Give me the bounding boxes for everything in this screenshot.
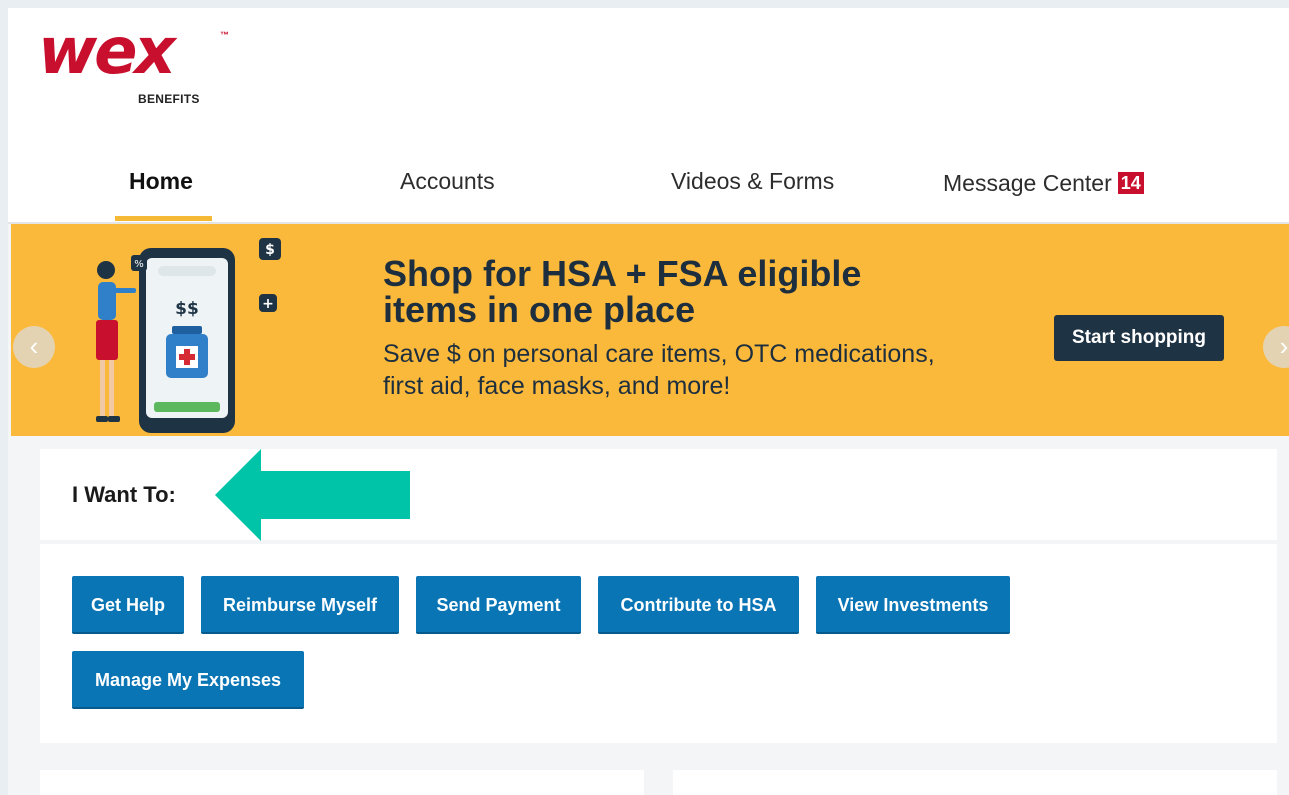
manage-my-expenses-button[interactable]: Manage My Expenses — [72, 651, 304, 709]
unread-messages-badge: 14 — [1117, 172, 1144, 194]
header: wex ™ BENEFITS Home Accounts Videos & Fo… — [8, 8, 1289, 224]
nav-tab-message-center-label: Message Center — [943, 170, 1112, 196]
get-help-button[interactable]: Get Help — [72, 576, 184, 634]
dollar-bubble-text: $ — [265, 242, 275, 258]
nav-tab-message-center[interactable]: Message Center 14 — [943, 170, 1144, 197]
logo-wordmark: wex — [38, 15, 176, 89]
page: wex ™ BENEFITS Home Accounts Videos & Fo… — [8, 8, 1289, 795]
percent-bubble-text: % — [134, 259, 144, 270]
nav-tab-videos-forms[interactable]: Videos & Forms — [671, 168, 834, 195]
bottom-card-right — [673, 770, 1277, 795]
view-investments-button[interactable]: View Investments — [816, 576, 1010, 634]
wex-benefits-logo[interactable]: wex ™ BENEFITS — [38, 20, 238, 126]
logo-trademark: ™ — [220, 30, 229, 40]
nav-tab-accounts[interactable]: Accounts — [400, 168, 495, 195]
bottom-card-left — [40, 770, 644, 795]
plus-bubble-text: + — [262, 296, 274, 312]
i-want-to-actions: Get Help Reimburse Myself Send Payment C… — [40, 544, 1277, 743]
banner-headline-line-1: Shop for HSA + FSA eligible — [383, 253, 862, 294]
i-want-to-title: I Want To: — [72, 482, 176, 507]
chevron-left-icon: ‹ — [29, 331, 39, 361]
teal-pointer-arrow-icon — [215, 449, 410, 541]
active-tab-indicator — [115, 216, 212, 221]
carousel-prev-button[interactable]: ‹ — [13, 326, 55, 368]
carousel-next-button[interactable]: › — [1263, 326, 1289, 368]
banner-subtext-line-2: first aid, face masks, and more! — [383, 372, 731, 400]
reimburse-myself-button[interactable]: Reimburse Myself — [201, 576, 399, 634]
start-shopping-button[interactable]: Start shopping — [1054, 315, 1224, 361]
contribute-to-hsa-button[interactable]: Contribute to HSA — [598, 576, 799, 634]
logo-subtitle: BENEFITS — [138, 92, 200, 106]
banner-headline-line-2: items in one place — [383, 289, 696, 330]
i-want-to-header: I Want To: — [40, 449, 1277, 541]
promo-banner: ‹ $$ % $ + Shop for HSA + FSA eligible i… — [11, 224, 1289, 436]
banner-subtext: Save $ on personal care items, OTC medic… — [383, 338, 1023, 402]
main-nav: Home Accounts Videos & Forms Message Cen… — [8, 158, 1289, 224]
shopping-phone-illustration: $$ % $ + — [96, 238, 281, 433]
banner-headline: Shop for HSA + FSA eligible items in one… — [383, 256, 943, 328]
banner-subtext-line-1: Save $ on personal care items, OTC medic… — [383, 340, 935, 368]
phone-price-text: $$ — [175, 299, 199, 319]
chevron-right-icon: › — [1279, 331, 1289, 361]
send-payment-button[interactable]: Send Payment — [416, 576, 581, 634]
nav-tab-home[interactable]: Home — [129, 168, 193, 195]
